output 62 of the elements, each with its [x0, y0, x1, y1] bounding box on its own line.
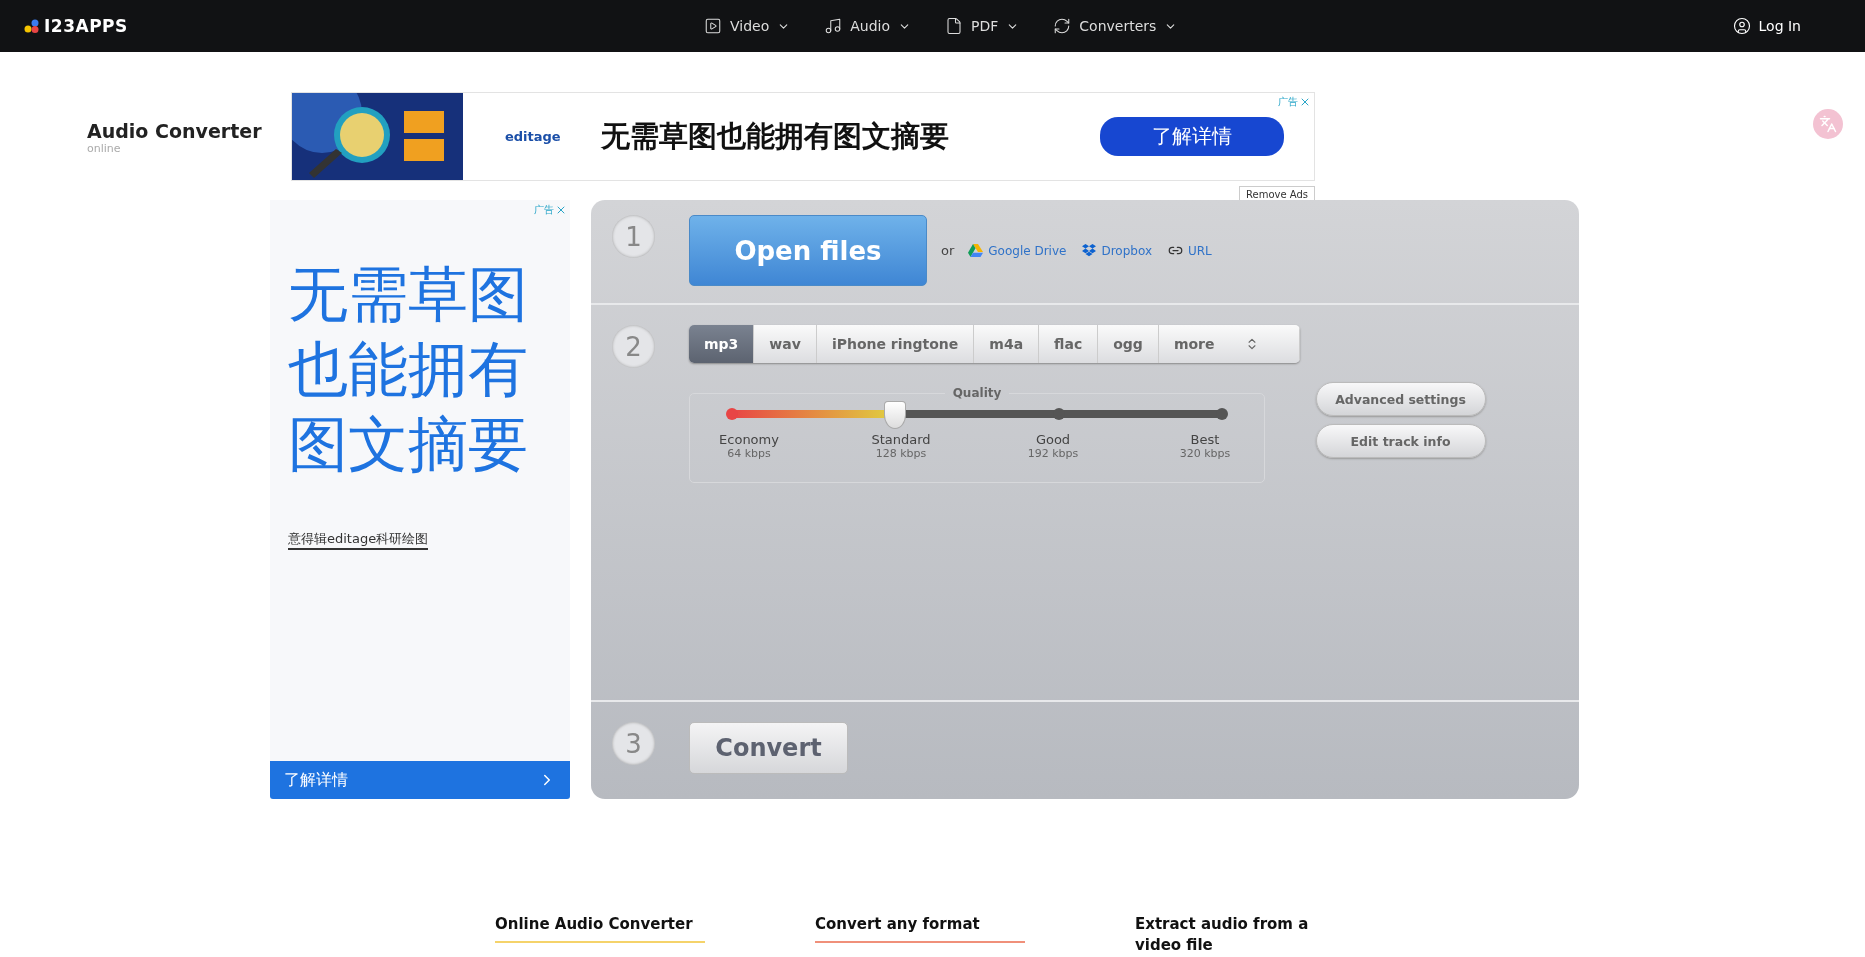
format-tab[interactable]: m4a	[974, 325, 1040, 363]
format-tab[interactable]: iPhone ringtone	[816, 325, 975, 363]
close-icon[interactable]	[1299, 96, 1311, 108]
user-icon	[1732, 17, 1751, 35]
ad-link[interactable]: 意得辑editage科研绘图	[288, 530, 429, 550]
app-subtitle: online	[87, 142, 122, 155]
bitrate-text: 192 kbps	[1026, 447, 1080, 460]
open-files-button[interactable]: Open files	[689, 215, 927, 286]
nav-menu-item[interactable]: Video	[704, 17, 791, 35]
step-number: 3	[612, 722, 655, 765]
settings-button[interactable]: Edit track info	[1315, 424, 1486, 458]
bitrate-text: 320 kbps	[1178, 447, 1232, 460]
format-tab[interactable]: more	[1158, 325, 1300, 363]
bitrate-text: 64 kbps	[726, 447, 772, 460]
quality-name: Standard	[870, 432, 932, 447]
nav-menu-item[interactable]: Converters	[1053, 17, 1178, 35]
ad-label: 广告	[534, 203, 554, 217]
slider-thumb[interactable]	[884, 401, 907, 429]
ad-headline: 无需草图 也能拥有 图文摘要	[288, 258, 528, 481]
ad-headline: 无需草图也能拥有图文摘要	[600, 117, 950, 155]
bitrate-text: 128 kbps	[874, 447, 928, 460]
drive-icon	[968, 244, 984, 257]
ad-button[interactable]: 了解详情	[270, 761, 570, 799]
source-link[interactable]: Dropbox	[1082, 243, 1152, 258]
audio-icon	[824, 17, 843, 35]
step-number: 2	[612, 325, 655, 368]
quality-name: Economy	[718, 432, 780, 447]
section-heading: Online Audio Converter	[495, 914, 694, 935]
settings-button[interactable]: Advanced settings	[1315, 382, 1486, 416]
ad-label: 广告	[1278, 95, 1298, 109]
converters-icon	[1053, 17, 1072, 35]
app-title: Audio Converter	[87, 120, 263, 142]
quality-label: Quality	[951, 386, 1003, 400]
logo-icon	[24, 19, 40, 33]
login-link[interactable]: Log In	[1732, 17, 1801, 35]
ad-button[interactable]: 了解详情	[1100, 117, 1284, 156]
brand-text: editage	[505, 129, 561, 144]
quality-name: Best	[1189, 432, 1221, 447]
video-icon	[704, 17, 722, 35]
source-link[interactable]: Google Drive	[968, 243, 1067, 258]
slider-stop	[726, 408, 738, 420]
translate-icon[interactable]	[1813, 109, 1843, 139]
convert-button[interactable]: Convert	[689, 722, 848, 774]
source-link[interactable]: URL	[1168, 243, 1212, 258]
section-heading: Extract audio from a video file	[1135, 914, 1310, 956]
close-icon[interactable]	[555, 204, 567, 216]
section-heading: Convert any format	[815, 914, 981, 935]
format-tab[interactable]: ogg	[1098, 325, 1159, 363]
format-tab[interactable]: mp3	[689, 325, 755, 363]
nav-menu-item[interactable]: Audio	[824, 17, 912, 35]
dropbox-icon	[1082, 244, 1097, 257]
format-tab[interactable]: wav	[754, 325, 817, 363]
pdf-icon	[945, 17, 964, 35]
banner-ad[interactable]: editage 无需草图也能拥有图文摘要 了解详情 广告	[291, 92, 1315, 181]
step-number: 1	[612, 215, 655, 258]
quality-name: Good	[1034, 432, 1072, 447]
nav-menu-item[interactable]: PDF	[945, 17, 1020, 35]
or-text: or	[941, 243, 955, 258]
format-tab[interactable]: flac	[1039, 325, 1099, 363]
logo-text[interactable]: I23APPS	[44, 16, 128, 36]
slider-stop	[1216, 408, 1228, 420]
side-ad[interactable]: 广告 无需草图 也能拥有 图文摘要 意得辑editage科研绘图 了解详情	[270, 200, 570, 799]
